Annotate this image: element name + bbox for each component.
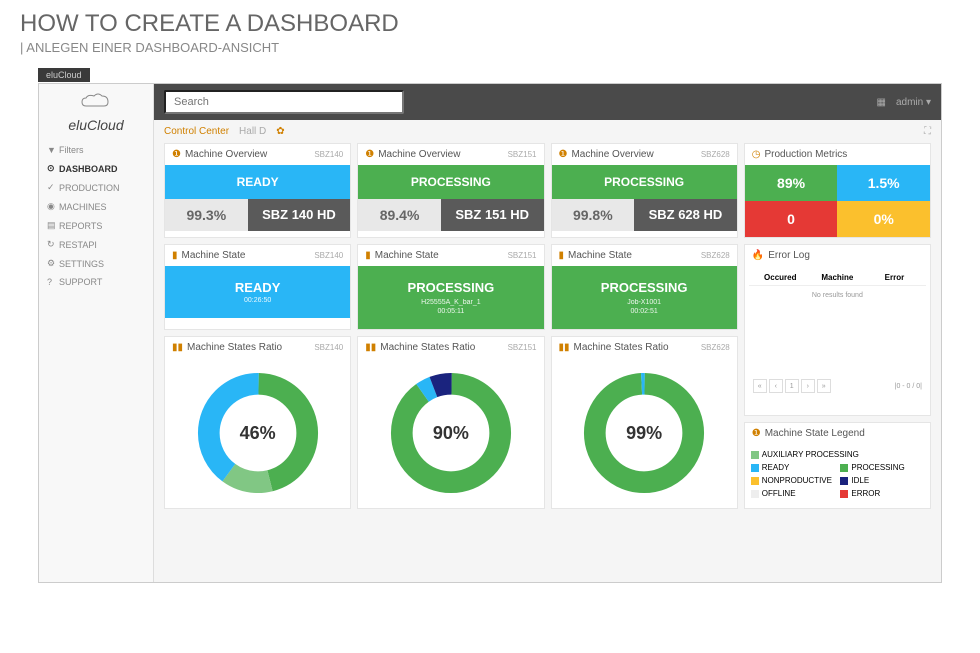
chart-icon: ▮▮ bbox=[365, 342, 376, 353]
sidebar-item-restapi[interactable]: ↻RESTAPI bbox=[39, 235, 153, 254]
sidebar-item-reports[interactable]: ▤REPORTS bbox=[39, 216, 153, 235]
gear-icon[interactable]: ✿ bbox=[276, 126, 284, 137]
sidebar-item-machines[interactable]: ◉MACHINES bbox=[39, 197, 153, 216]
support-icon: ? bbox=[47, 277, 55, 287]
pager-first[interactable]: « bbox=[753, 379, 767, 393]
logo-text: eluCloud bbox=[47, 117, 145, 133]
pager-next[interactable]: › bbox=[801, 379, 815, 393]
card-legend: ❶Machine State Legend AUXILIARY PROCESSI… bbox=[744, 422, 931, 509]
overview-pct: 99.3% bbox=[165, 199, 248, 231]
info-icon: ❶ bbox=[172, 149, 181, 160]
logo: eluCloud bbox=[39, 84, 153, 141]
overview-name: SBZ 151 HD bbox=[441, 199, 544, 231]
dashboard-icon: ⊙ bbox=[47, 163, 55, 174]
tab-control-center[interactable]: Control Center bbox=[164, 126, 229, 137]
legend-nonprod: NONPRODUCTIVE bbox=[751, 476, 835, 485]
state-body: READY 00:26:50 bbox=[165, 266, 350, 318]
reports-icon: ▤ bbox=[47, 220, 55, 231]
donut-chart-3: 99% bbox=[552, 358, 737, 508]
card-overview-3: ❶Machine OverviewSBZ628 PROCESSING 99.8%… bbox=[551, 143, 738, 238]
legend-error: ERROR bbox=[840, 489, 924, 498]
expand-icon[interactable]: ⛶ bbox=[924, 126, 931, 137]
card-ratio-2: ▮▮Machine States RatioSBZ151 90% bbox=[357, 336, 544, 509]
errorlog-empty: No results found bbox=[749, 286, 926, 305]
topbar: ▦ admin ▾ bbox=[154, 84, 941, 120]
state-icon: ▮ bbox=[559, 250, 565, 261]
card-state-2: ▮Machine StateSBZ151 PROCESSING H25555A_… bbox=[357, 244, 544, 330]
status-banner: PROCESSING bbox=[358, 165, 543, 199]
overview-name: SBZ 140 HD bbox=[248, 199, 351, 231]
main-panel: ▦ admin ▾ Control Center Hall D ✿ ⛶ ❶Mac… bbox=[154, 84, 941, 582]
info-icon: ❶ bbox=[559, 149, 568, 160]
metric-4: 0% bbox=[837, 201, 930, 237]
cloud-icon bbox=[76, 92, 116, 117]
grid-icon[interactable]: ▦ bbox=[877, 97, 886, 108]
search-input[interactable] bbox=[164, 90, 404, 114]
card-overview-2: ❶Machine OverviewSBZ151 PROCESSING 89.4%… bbox=[357, 143, 544, 238]
status-banner: PROCESSING bbox=[552, 165, 737, 199]
overview-name: SBZ 628 HD bbox=[634, 199, 737, 231]
card-state-3: ▮Machine StateSBZ628 PROCESSING Job-X100… bbox=[551, 244, 738, 330]
metric-1: 89% bbox=[745, 165, 838, 201]
tab-hall-d[interactable]: Hall D bbox=[239, 126, 266, 137]
settings-icon: ⚙ bbox=[47, 258, 55, 269]
info-icon: ❶ bbox=[365, 149, 374, 160]
chart-icon: ▮▮ bbox=[559, 342, 570, 353]
state-icon: ▮ bbox=[365, 250, 371, 261]
restapi-icon: ↻ bbox=[47, 239, 55, 250]
filter-icon: ▼ bbox=[47, 145, 55, 155]
donut-center: 99% bbox=[626, 423, 662, 444]
app-frame: eluCloud ▼Filters ⊙DASHBOARD ✓PRODUCTION… bbox=[38, 83, 942, 583]
status-banner: READY bbox=[165, 165, 350, 199]
pager-last[interactable]: » bbox=[817, 379, 831, 393]
legend-idle: IDLE bbox=[840, 476, 924, 485]
state-body: PROCESSING Job-X1001 00:02:51 bbox=[552, 266, 737, 329]
card-error-log: 🔥Error Log Occured Machine Error No resu… bbox=[744, 244, 931, 416]
browser-tab[interactable]: eluCloud bbox=[38, 68, 90, 82]
sidebar-item-settings[interactable]: ⚙SETTINGS bbox=[39, 254, 153, 273]
machines-icon: ◉ bbox=[47, 201, 55, 212]
page-title: HOW TO CREATE A DASHBOARD bbox=[20, 10, 960, 38]
card-ratio-1: ▮▮Machine States RatioSBZ140 46% bbox=[164, 336, 351, 509]
card-production-metrics: ◷Production Metrics 89% 1.5% 0 0% bbox=[744, 143, 931, 238]
legend-ready: READY bbox=[751, 463, 835, 472]
donut-center: 90% bbox=[433, 423, 469, 444]
sidebar-item-support[interactable]: ?SUPPORT bbox=[39, 273, 153, 291]
dashboard-grid: ❶Machine OverviewSBZ140 READY 99.3%SBZ 1… bbox=[154, 143, 941, 519]
donut-center: 46% bbox=[240, 423, 276, 444]
legend-proc: PROCESSING bbox=[840, 463, 924, 472]
metric-2: 1.5% bbox=[837, 165, 930, 201]
card-ratio-3: ▮▮Machine States RatioSBZ628 99% bbox=[551, 336, 738, 509]
pager-info: |0 - 0 / 0| bbox=[895, 383, 922, 390]
tabs-row: Control Center Hall D ✿ ⛶ bbox=[154, 120, 941, 143]
donut-chart-2: 90% bbox=[358, 358, 543, 508]
overview-pct: 99.8% bbox=[552, 199, 635, 231]
overview-pct: 89.4% bbox=[358, 199, 441, 231]
info-icon: ❶ bbox=[752, 428, 761, 439]
sidebar-item-dashboard[interactable]: ⊙DASHBOARD bbox=[39, 159, 153, 178]
pager-prev[interactable]: ‹ bbox=[769, 379, 783, 393]
page-subtitle: | ANLEGEN EINER DASHBOARD-ANSICHT bbox=[20, 40, 960, 55]
card-state-1: ▮Machine StateSBZ140 READY 00:26:50 bbox=[164, 244, 351, 330]
topbar-right: ▦ admin ▾ bbox=[877, 97, 932, 108]
pager-page[interactable]: 1 bbox=[785, 379, 799, 393]
sidebar-item-production[interactable]: ✓PRODUCTION bbox=[39, 178, 153, 197]
card-overview-1: ❶Machine OverviewSBZ140 READY 99.3%SBZ 1… bbox=[164, 143, 351, 238]
pager: « ‹ 1 › » |0 - 0 / 0| bbox=[749, 375, 926, 397]
sidebar-item-filters[interactable]: ▼Filters bbox=[39, 141, 153, 159]
state-icon: ▮ bbox=[172, 250, 178, 261]
donut-chart-1: 46% bbox=[165, 358, 350, 508]
errorlog-header: Occured Machine Error bbox=[749, 270, 926, 286]
page-header: HOW TO CREATE A DASHBOARD | ANLEGEN EINE… bbox=[0, 0, 980, 65]
legend-aux: AUXILIARY PROCESSING bbox=[751, 450, 924, 459]
chart-icon: ▮▮ bbox=[172, 342, 183, 353]
metric-3: 0 bbox=[745, 201, 838, 237]
sidebar: eluCloud ▼Filters ⊙DASHBOARD ✓PRODUCTION… bbox=[39, 84, 154, 582]
user-menu[interactable]: admin ▾ bbox=[896, 97, 931, 108]
production-icon: ✓ bbox=[47, 182, 55, 193]
clock-icon: ◷ bbox=[752, 149, 761, 160]
fire-icon: 🔥 bbox=[752, 250, 764, 261]
state-body: PROCESSING H25555A_K_bar_1 00:05:11 bbox=[358, 266, 543, 329]
legend-offline: OFFLINE bbox=[751, 489, 835, 498]
